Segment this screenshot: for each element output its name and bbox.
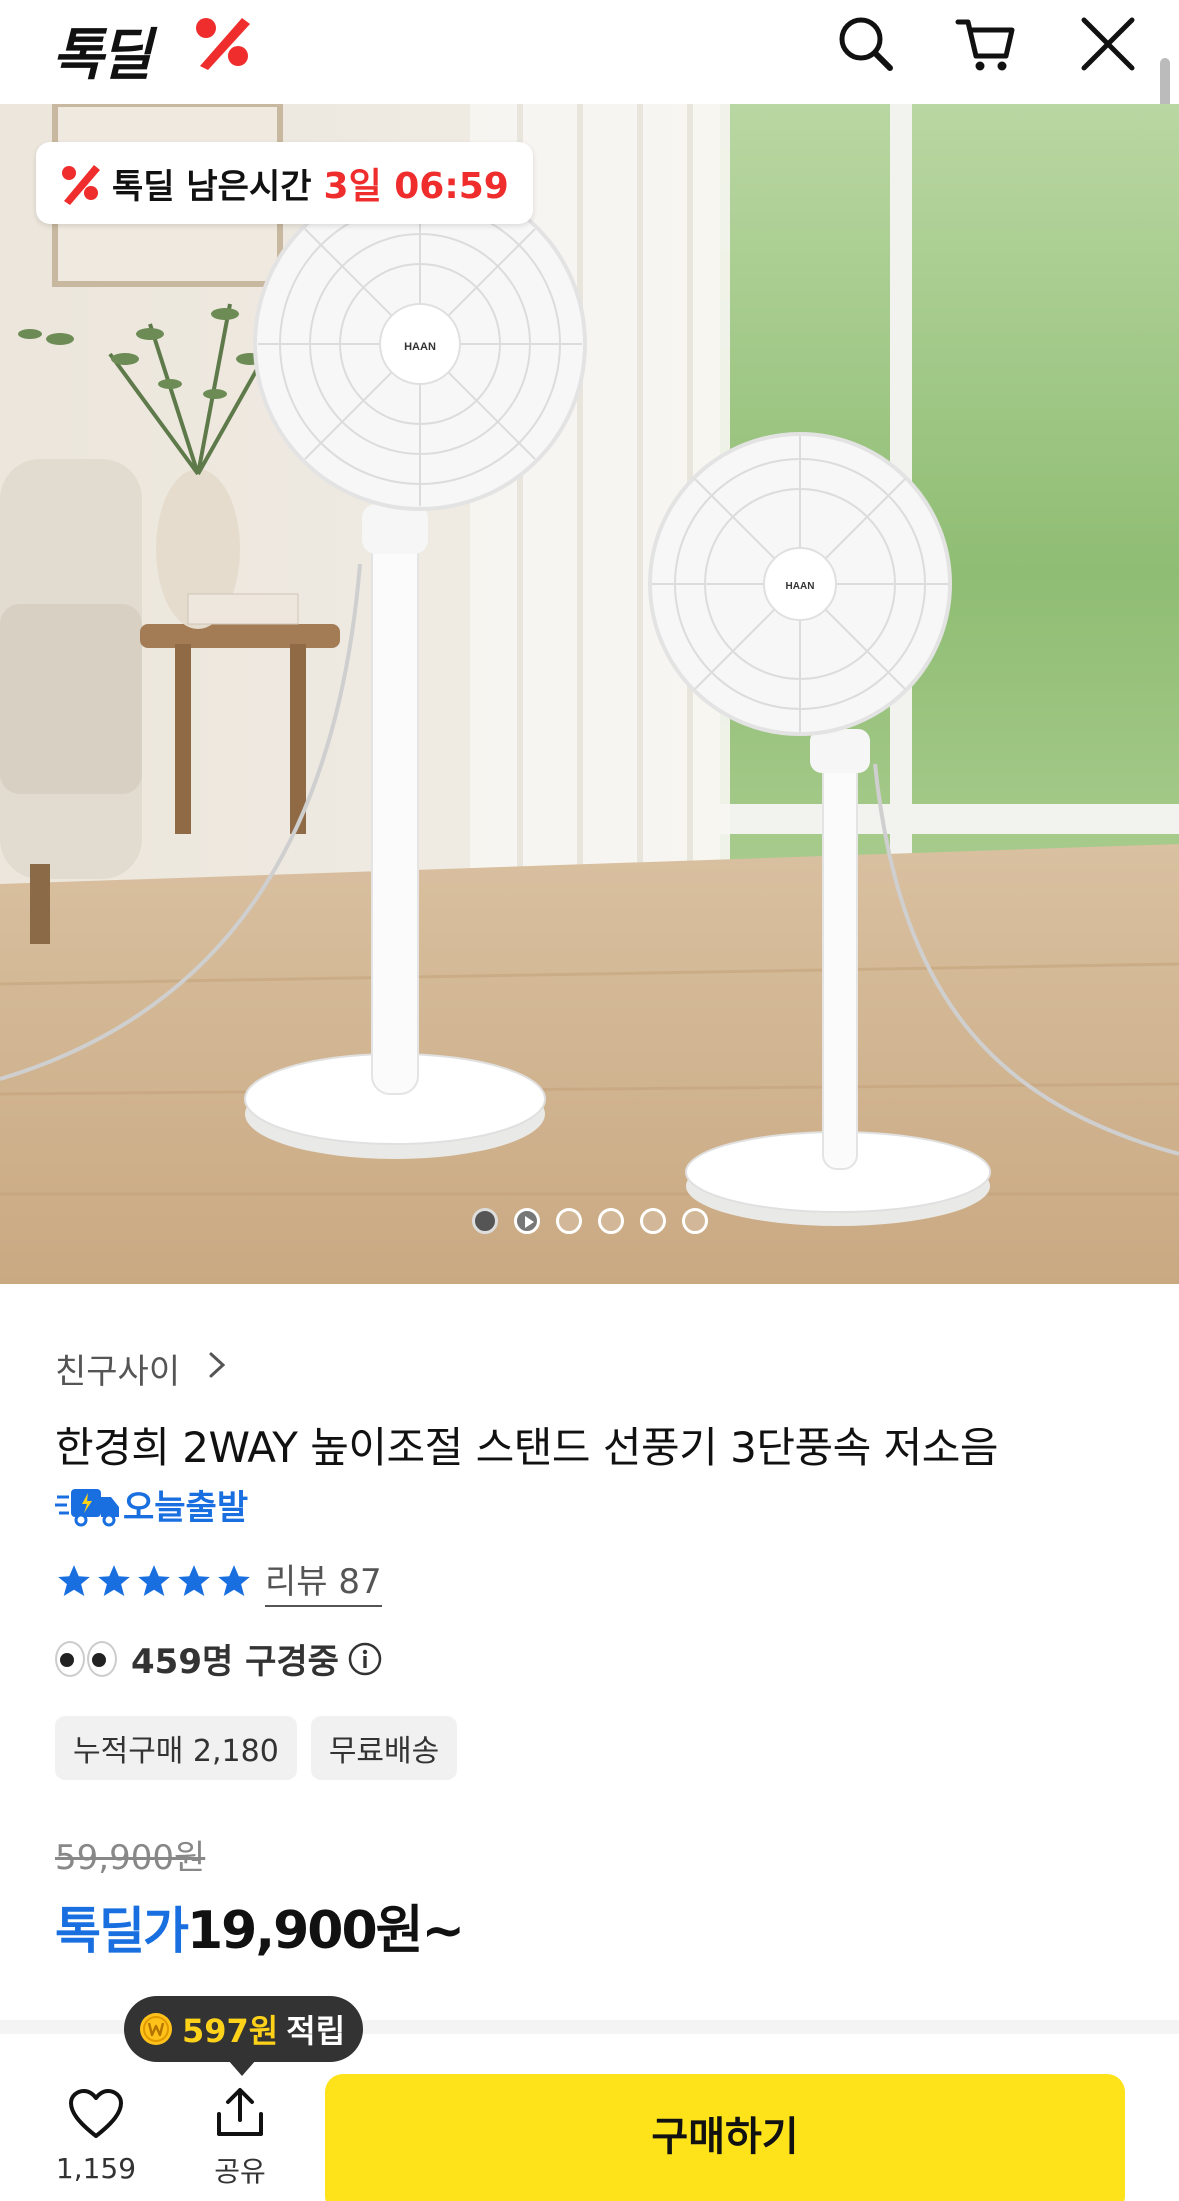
carousel-dot-6[interactable] [681,1208,708,1234]
svg-text:HAAN: HAAN [404,341,436,353]
delivery-truck-icon [55,1488,119,1526]
share-button[interactable]: 공유 [200,2086,280,2190]
delivery-label: 오늘출발 [123,1488,249,1528]
deal-timer-badge: 톡딜 남은시간 3일 06:59 [36,142,533,224]
carousel-dot-3[interactable] [555,1208,582,1234]
top-header: 톡딜 [0,0,1179,104]
timer-value: 3일 06:59 [323,166,509,207]
product-tags: 누적구매 2,180 무료배송 [55,1716,458,1780]
svg-text:HAAN: HAAN [786,581,815,592]
close-icon[interactable] [1076,12,1140,76]
cumulative-purchase-chip: 누적구매 2,180 [55,1716,297,1780]
share-icon [217,2088,263,2136]
deal-price: 19,900원~ [187,1901,465,1961]
carousel-dot-video[interactable] [513,1208,540,1234]
app-logo[interactable]: 톡딜 [52,10,152,91]
points-tooltip: 597원 적립 [124,1996,364,2062]
star-icon [138,1564,170,1596]
percent-logo-icon [196,18,250,70]
tooltip-arrow [228,2060,256,2076]
info-icon[interactable] [347,1641,383,1677]
star-icon [218,1564,250,1596]
eyes-icon [55,1640,117,1677]
heart-icon [69,2089,123,2138]
star-icon [58,1564,90,1596]
like-count: 1,159 [55,2152,137,2185]
buy-button[interactable]: 구매하기 [325,2074,1125,2201]
product-photo: HAAN HAAN [0,104,1179,1284]
viewer-count-row: 459명 구경중 [55,1634,383,1683]
percent-icon [62,165,100,205]
play-icon [524,1216,534,1228]
search-icon[interactable] [834,12,898,76]
review-link[interactable]: 리뷰 87 [265,1554,382,1607]
star-icon [178,1564,210,1596]
timer-label: 톡딜 남은시간 [112,166,312,207]
share-label: 공유 [214,2155,266,2188]
carousel-dot-5[interactable] [639,1208,666,1234]
viewer-count: 459명 구경중 [131,1642,339,1682]
coin-icon [140,2013,172,2045]
cart-icon[interactable] [954,12,1018,76]
deal-price-row: 톡딜가 19,900원~ [55,1888,465,1963]
delivery-badge: 오늘출발 [55,1480,248,1529]
original-price: 59,900원 [55,1838,206,1878]
star-rating [55,1562,253,1600]
free-shipping-chip: 무료배송 [310,1716,458,1780]
product-title: 한경희 2WAY 높이조절 스탠드 선풍기 3단풍속 저소음 [55,1423,999,1472]
carousel-indicator [0,1208,1179,1238]
rating-row: 리뷰 87 [55,1554,382,1607]
product-image-carousel[interactable]: HAAN HAAN 톡딜 남은시간 3일 06:59 [0,104,1179,1284]
seller-link[interactable]: 친구사이 [55,1344,180,1393]
like-button[interactable]: 1,159 [48,2088,144,2185]
deal-label: 톡딜가 [55,1902,189,1960]
chevron-right-icon[interactable] [205,1350,229,1380]
star-icon [98,1564,130,1596]
points-suffix: 적립 [286,2012,346,2050]
carousel-dot-1[interactable] [471,1208,498,1234]
points-amount: 597원 [182,2012,279,2050]
carousel-dot-4[interactable] [597,1208,624,1234]
